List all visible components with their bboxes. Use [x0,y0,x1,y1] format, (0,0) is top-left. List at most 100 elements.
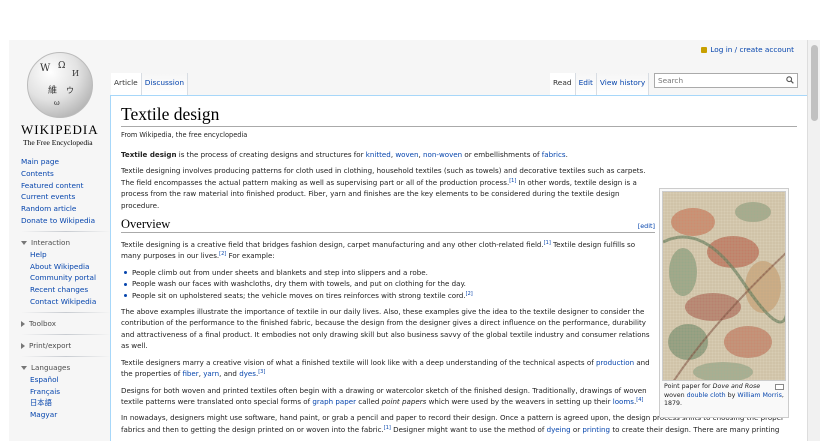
search-input[interactable] [655,74,775,87]
sidebar-item-featured-content[interactable]: Featured content [21,180,113,192]
sidebar-item-main-page[interactable]: Main page [21,156,113,168]
search-box [654,73,798,88]
sidebar-item-contact[interactable]: Contact Wikipedia [30,296,113,308]
intro-paragraph: Textile designing involves producing pat… [121,166,646,210]
drawing-paragraph: Designs for both woven and printed texti… [121,385,647,406]
puzzle-globe-icon: W Ω И 維 ウ ω [27,52,93,118]
citation-3[interactable]: [3] [258,369,265,375]
portal-languages-heading: Languages [31,362,71,372]
sidebar-item-community-portal[interactable]: Community portal [30,272,113,284]
section-title: Overview [121,217,171,232]
caption-text: woven [664,391,685,399]
link-fiber[interactable]: fiber [182,369,198,378]
page-title: Textile design [121,104,797,127]
sidebar-divider [21,311,111,313]
sidebar-item-current-events[interactable]: Current events [21,191,113,203]
designers-paragraph: Textile designers marry a creative visio… [121,357,650,379]
link-non-woven[interactable]: non-woven [423,150,462,159]
citation-2[interactable]: [2] [466,291,473,297]
portal-interaction-toggle[interactable]: Interaction [21,237,113,249]
list-item: People wash our faces with washcloths, d… [124,278,655,289]
view-tabs: Read Edit View history [550,73,650,95]
dove-and-rose-image[interactable] [662,191,786,381]
portal-languages-toggle[interactable]: Languages [21,362,113,374]
sidebar-divider [21,230,111,232]
login-link[interactable]: Log in / create account [710,45,794,54]
section-edit-link[interactable]: [edit] [638,222,655,230]
sidebar-item-help[interactable]: Help [30,249,113,261]
user-lock-icon [701,47,708,53]
sidebar-item-contents[interactable]: Contents [21,168,113,180]
tab-discussion-label: Discussion [144,78,185,87]
sidebar-divider [21,333,111,335]
chevron-right-icon [21,342,25,349]
link-knitted[interactable]: knitted [366,150,391,159]
caption-title: Dove and Rose [712,383,761,390]
link-printing[interactable]: printing [582,425,610,434]
tab-view-history-label: View history [599,78,646,87]
sidebar-item-recent-changes[interactable]: Recent changes [30,284,113,296]
portal-languages-list: Español Français 日本語 Magyar [21,374,113,421]
vertical-scrollbar[interactable] [807,40,820,441]
portal-toolbox-toggle[interactable]: Toolbox [21,318,113,330]
portal-interaction-heading: Interaction [31,237,70,247]
figure-thumbnail: Point paper for Dove and Rose woven doub… [659,188,789,418]
portal-print-toggle[interactable]: Print/export [21,340,113,352]
list-item: People climb out from under sheets and b… [124,267,655,278]
sidebar-item-about[interactable]: About Wikipedia [30,261,113,273]
link-william-morris[interactable]: William Morris [737,392,781,399]
article-body: Textile design is the process of creatin… [121,149,784,435]
link-fabrics[interactable]: fabrics [542,150,566,159]
tab-read[interactable]: Read [550,73,576,95]
citation-1[interactable]: [1] [509,178,516,184]
scrollbar-thumb[interactable] [811,45,818,121]
tab-edit-label: Edit [578,78,593,87]
link-woven[interactable]: woven [395,150,418,159]
chevron-down-icon [21,240,27,245]
link-production[interactable]: production [596,358,634,367]
language-link-fr[interactable]: Français [30,386,113,398]
sidebar-item-random-article[interactable]: Random article [21,203,113,215]
chevron-right-icon [21,320,25,327]
wikipedia-page: W Ω И 維 ウ ω Wikipedia The Free Encyclope… [9,40,807,441]
sidebar-main-nav: Main page Contents Featured content Curr… [21,156,113,227]
sidebar-item-donate[interactable]: Donate to Wikipedia [21,215,113,227]
figure-caption: Point paper for Dove and Rose woven doub… [662,381,786,409]
tab-discussion[interactable]: Discussion [141,73,189,95]
citation-4[interactable]: [4] [636,397,643,403]
language-link-es[interactable]: Español [30,374,113,386]
caption-text: Point paper for [664,383,711,390]
namespace-tabs: Article Discussion [111,73,189,95]
portal-toolbox-heading: Toolbox [29,318,56,328]
language-link-ja[interactable]: 日本語 [30,397,113,409]
chevron-down-icon [21,365,27,370]
sidebar-divider [21,355,111,357]
tab-article[interactable]: Article [111,73,142,95]
link-yarn[interactable]: yarn [203,369,219,378]
site-subtitle: From Wikipedia, the free encyclopedia [121,131,248,139]
portal-print-heading: Print/export [29,340,72,350]
citation-2[interactable]: [2] [219,251,226,257]
citation-1[interactable]: [1] [544,240,551,246]
browser-top-area [0,0,820,40]
wikipedia-tagline: The Free Encyclopedia [23,138,93,147]
tab-edit[interactable]: Edit [575,73,597,95]
link-dyes[interactable]: dyes [239,369,256,378]
personal-tools: Log in / create account [701,45,794,54]
wikipedia-logo[interactable]: W Ω И 維 ウ ω Wikipedia The Free Encyclope… [9,48,114,153]
link-looms[interactable]: looms [613,397,634,406]
sidebar: Main page Contents Featured content Curr… [21,156,113,421]
link-graph-paper[interactable]: graph paper [312,397,356,406]
list-item: People sit on upholstered seats; the veh… [124,290,655,301]
link-double-cloth[interactable]: double cloth [687,392,726,399]
tab-view-history[interactable]: View history [596,73,650,95]
caption-text: by [727,391,736,399]
enlarge-icon[interactable] [775,384,784,390]
lead-paragraph: Textile design is the process of creatin… [121,150,568,159]
citation-1[interactable]: [1] [384,425,391,431]
search-icon[interactable] [786,76,794,84]
link-dyeing[interactable]: dyeing [547,425,571,434]
example-list: People climb out from under sheets and b… [124,267,655,301]
wikipedia-wordmark: Wikipedia [21,122,99,137]
language-link-hu[interactable]: Magyar [30,409,113,421]
